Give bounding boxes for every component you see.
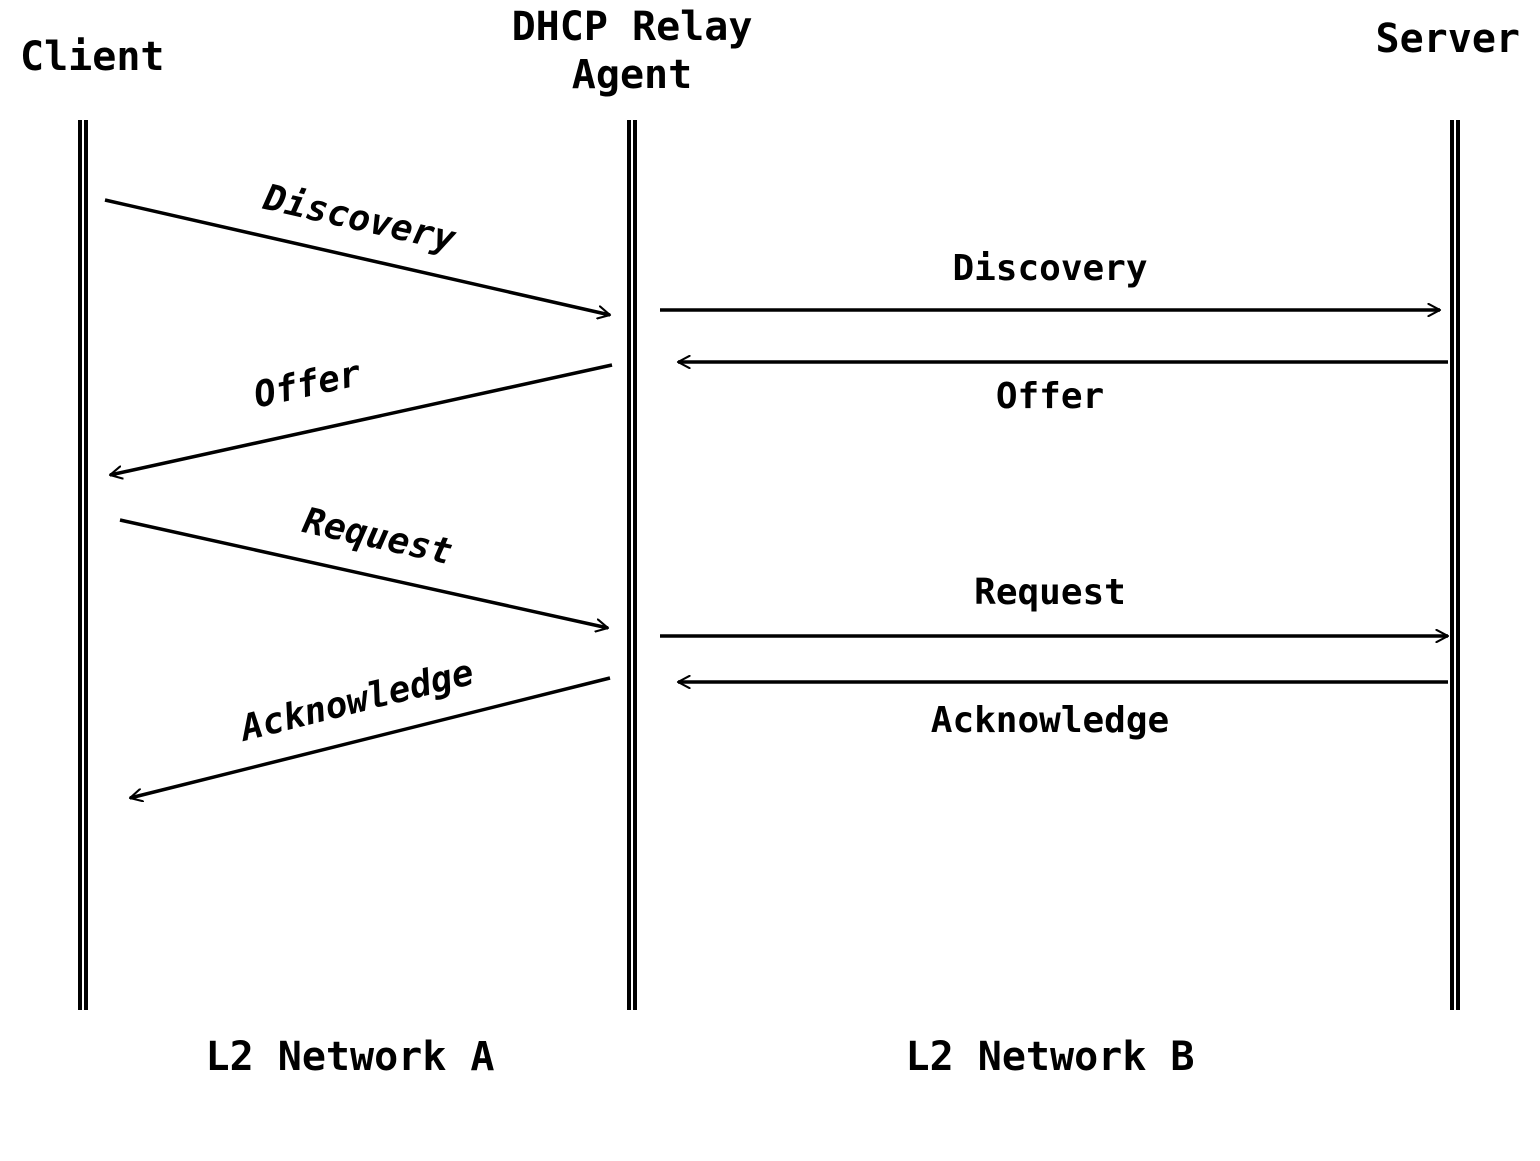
label-left-ack: Acknowledge: [235, 652, 478, 750]
label-left-offer: Offer: [250, 353, 365, 416]
dhcp-relay-sequence-diagram: Client DHCP Relay Agent Server Discovery…: [0, 0, 1540, 1161]
participant-server: Server: [1376, 16, 1521, 62]
footer-network-a: L2 Network A: [206, 1034, 495, 1080]
participant-relay-line1: DHCP Relay: [512, 4, 753, 50]
label-left-request: Request: [299, 500, 456, 573]
label-right-ack: Acknowledge: [931, 700, 1169, 741]
participant-client: Client: [20, 34, 165, 80]
lifeline-relay: [629, 120, 635, 1010]
lifeline-client: [80, 120, 86, 1010]
label-right-discovery: Discovery: [952, 248, 1147, 289]
label-left-discovery: Discovery: [259, 177, 461, 261]
label-right-offer: Offer: [996, 376, 1104, 417]
participant-relay-line2: Agent: [572, 52, 692, 98]
footer-network-b: L2 Network B: [906, 1034, 1195, 1080]
lifeline-server: [1452, 120, 1458, 1010]
label-right-request: Request: [974, 572, 1126, 613]
